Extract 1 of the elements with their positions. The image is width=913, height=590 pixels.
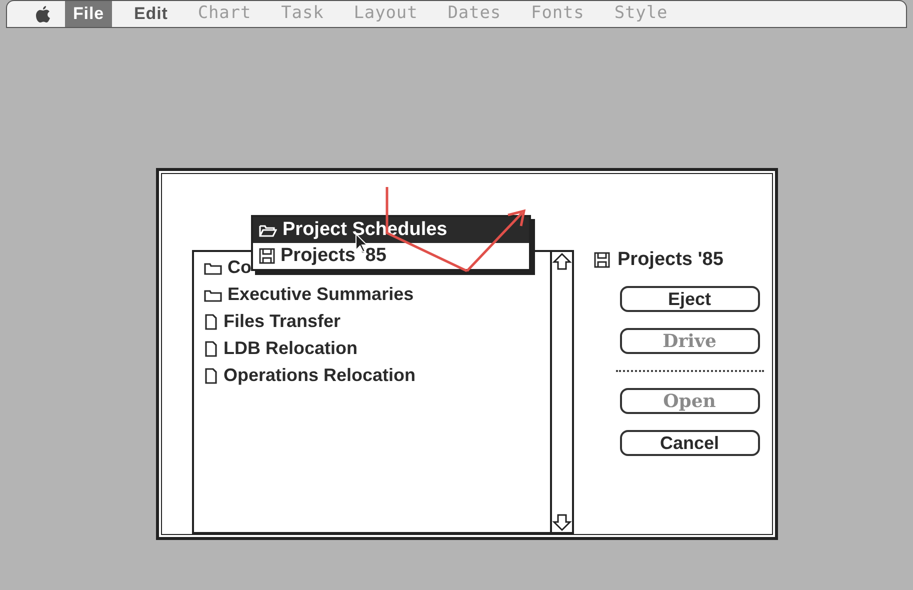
disk-name: Projects '85 — [618, 248, 724, 272]
